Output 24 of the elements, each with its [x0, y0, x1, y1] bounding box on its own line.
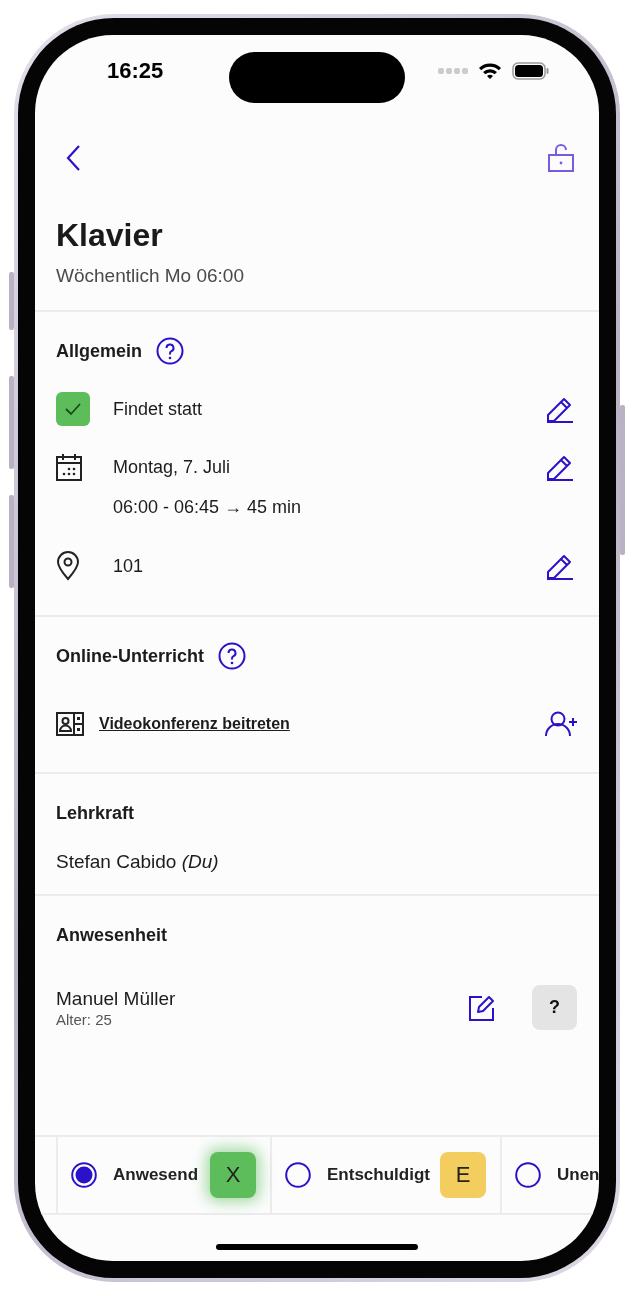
- detail-text: Findet statt: [113, 398, 204, 421]
- student-name: Manuel Müller: [56, 986, 177, 1011]
- status-time: 16:25: [107, 58, 164, 84]
- option-label: Unen: [557, 1165, 599, 1185]
- detail-text: 06:00 - 06:45 → 45 min: [113, 496, 303, 519]
- option-label: Entschuldigt: [327, 1165, 430, 1185]
- shortcut-key-badge: X: [210, 1152, 256, 1198]
- student-age: Alter: 25: [56, 1010, 113, 1029]
- page-title: Klavier: [56, 216, 164, 254]
- section-heading: Allgemein: [56, 340, 143, 362]
- schedule-subtitle: Wöchentlich Mo 06:00: [56, 264, 245, 288]
- attendance-option[interactable]: Anwesend X: [58, 1137, 272, 1213]
- detail-text: Montag, 7. Juli: [113, 456, 232, 479]
- attendance-option[interactable]: Unen: [502, 1137, 599, 1213]
- detail-text: 101: [113, 555, 145, 578]
- teacher-name: Stefan Cabido (Du): [56, 850, 220, 874]
- section-heading: Online-Unterricht: [56, 645, 204, 667]
- section-heading: Lehrkraft: [56, 802, 135, 824]
- attendance-status-button[interactable]: ?: [532, 985, 577, 1030]
- attendance-option[interactable]: Entschuldigt E: [272, 1137, 502, 1213]
- shortcut-key-badge: E: [440, 1152, 486, 1198]
- join-video-link[interactable]: Videokonferenz beitreten: [99, 715, 290, 733]
- option-label: Anwesend: [113, 1165, 199, 1185]
- section-heading: Anwesenheit: [56, 924, 168, 946]
